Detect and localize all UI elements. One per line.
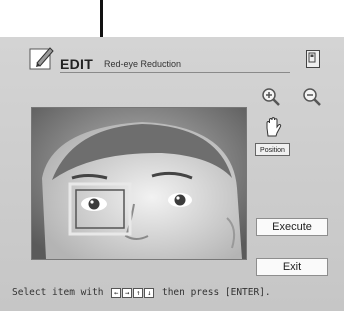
status-prefix: Select item with [12, 287, 104, 298]
left-arrow-key-icon: ← [111, 287, 122, 298]
photo-preview[interactable] [31, 107, 247, 260]
zoom-in-icon[interactable] [261, 87, 281, 107]
position-button[interactable]: Position [255, 143, 290, 156]
title-divider [60, 72, 290, 73]
arrow-keys: ← → ↑ ↓ [111, 287, 155, 298]
edit-screen: EDIT Red-eye Reduction Position Execute … [0, 37, 344, 311]
zoom-out-icon[interactable] [302, 87, 322, 107]
status-instruction: Select item with ← → ↑ ↓ then press [ENT… [12, 287, 271, 298]
hand-icon[interactable] [264, 117, 282, 137]
exit-button[interactable]: Exit [256, 258, 328, 276]
edit-label: EDIT [60, 56, 94, 72]
pencil-edit-icon [29, 47, 54, 70]
print-preview-icon[interactable] [306, 50, 320, 68]
child-face-image [32, 108, 246, 259]
execute-button[interactable]: Execute [256, 218, 328, 236]
status-suffix: then press [ENTER]. [161, 287, 271, 298]
right-arrow-key-icon: → [122, 287, 133, 298]
down-arrow-key-icon: ↓ [144, 287, 155, 298]
up-arrow-key-icon: ↑ [133, 287, 144, 298]
mode-title: Red-eye Reduction [104, 59, 182, 69]
